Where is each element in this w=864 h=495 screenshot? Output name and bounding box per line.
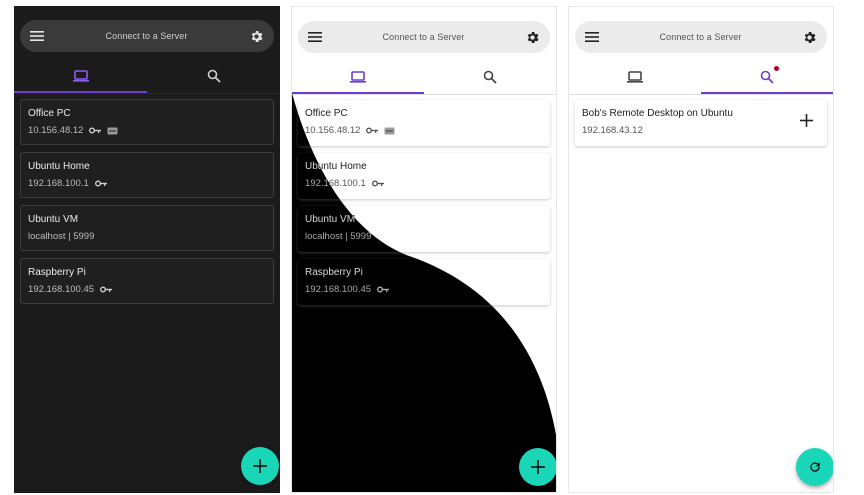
menu-icon[interactable] <box>30 30 44 42</box>
ssh-icon <box>384 127 395 135</box>
server-name: Ubuntu Home <box>305 161 367 172</box>
server-card[interactable]: Raspberry Pi 192.168.100.45 <box>20 258 274 304</box>
plus-icon <box>531 460 545 474</box>
server-address: 10.156.48.12 <box>305 125 361 136</box>
key-icon <box>89 127 102 134</box>
gear-icon[interactable] <box>525 30 540 45</box>
server-address: localhost | 5999 <box>305 231 372 242</box>
server-name: Office PC <box>28 108 71 119</box>
server-name: Ubuntu VM <box>305 214 356 225</box>
key-icon <box>94 180 107 187</box>
server-card[interactable]: Ubuntu VM localhost | 5999 <box>20 205 274 251</box>
search-bar[interactable]: Connect to a Server <box>20 20 274 52</box>
laptop-icon <box>626 70 644 84</box>
server-card[interactable]: Ubuntu Home 192.168.100.1 <box>20 152 274 198</box>
menu-icon[interactable] <box>308 31 322 43</box>
search-icon <box>483 70 497 84</box>
server-address: 192.168.100.1 <box>305 178 366 189</box>
key-icon <box>377 286 390 293</box>
search-icon <box>207 69 221 83</box>
server-card[interactable]: Office PC 10.156.48.12 <box>20 99 274 145</box>
tab-discover[interactable] <box>147 58 280 93</box>
tab-saved[interactable] <box>14 58 147 93</box>
discovered-list: Bob's Remote Desktop on Ubuntu 192.168.4… <box>575 100 827 153</box>
tab-bar <box>14 58 280 94</box>
panel-dark-theme: Connect to a Server Office PC 10.156.48.… <box>14 6 280 493</box>
server-card[interactable]: Ubuntu Home 192.168.100.1 <box>298 153 550 199</box>
screenshot-stage: Connect to a Server Office PC 10.156.48.… <box>0 0 864 495</box>
server-address: 192.168.100.45 <box>28 284 95 295</box>
tab-saved[interactable] <box>569 59 701 94</box>
tab-discover[interactable] <box>701 59 833 94</box>
laptop-icon <box>72 69 90 83</box>
refresh-button[interactable] <box>796 448 833 486</box>
key-icon <box>366 127 379 134</box>
server-address: 192.168.100.1 <box>28 178 89 189</box>
plus-icon <box>253 459 267 473</box>
laptop-icon <box>349 70 367 84</box>
server-list: Office PC 10.156.48.12 Ubuntu Home 192.1… <box>298 100 550 312</box>
panel-discover: Connect to a Server Bob's Remote Desktop… <box>568 6 834 493</box>
key-icon <box>100 286 113 293</box>
server-name: Office PC <box>305 108 348 119</box>
search-bar[interactable]: Connect to a Server <box>575 21 827 53</box>
server-card[interactable]: Raspberry Pi 192.168.100.45 <box>298 259 550 305</box>
server-name: Raspberry Pi <box>28 267 86 278</box>
server-name: Ubuntu Home <box>28 161 90 172</box>
server-name: Bob's Remote Desktop on Ubuntu <box>582 108 733 119</box>
key-icon <box>371 180 384 187</box>
discovered-server-card[interactable]: Bob's Remote Desktop on Ubuntu 192.168.4… <box>575 100 827 146</box>
menu-icon[interactable] <box>585 31 599 43</box>
notification-dot <box>774 65 779 71</box>
tab-discover[interactable] <box>424 59 556 94</box>
server-name: Raspberry Pi <box>305 267 363 278</box>
add-server-button[interactable] <box>519 448 556 486</box>
search-icon <box>760 65 779 84</box>
gear-icon[interactable] <box>802 30 817 45</box>
server-card[interactable]: Ubuntu VM localhost | 5999 <box>298 206 550 252</box>
topbar-title: Connect to a Server <box>105 31 188 41</box>
ssh-icon <box>107 127 118 135</box>
gear-icon[interactable] <box>249 29 264 44</box>
server-list: Office PC 10.156.48.12 Ubuntu Home 192.1… <box>20 99 274 311</box>
server-address: 10.156.48.12 <box>28 125 84 136</box>
panel-theme-transition: Connect to a Server Office PC 10.156.48.… <box>291 6 557 493</box>
server-address: localhost | 5999 <box>28 231 95 242</box>
server-address: 192.168.43.12 <box>582 125 643 136</box>
add-server-button[interactable] <box>241 447 279 485</box>
tab-bar <box>569 59 833 95</box>
topbar-title: Connect to a Server <box>382 32 465 42</box>
server-address: 192.168.100.45 <box>305 284 372 295</box>
server-name: Ubuntu VM <box>28 214 79 225</box>
search-bar[interactable]: Connect to a Server <box>298 21 550 53</box>
tab-saved[interactable] <box>292 59 424 94</box>
server-card[interactable]: Office PC 10.156.48.12 <box>298 100 550 146</box>
tab-bar <box>292 59 556 95</box>
add-icon[interactable] <box>800 114 813 127</box>
topbar-title: Connect to a Server <box>659 32 742 42</box>
refresh-icon <box>808 460 822 474</box>
